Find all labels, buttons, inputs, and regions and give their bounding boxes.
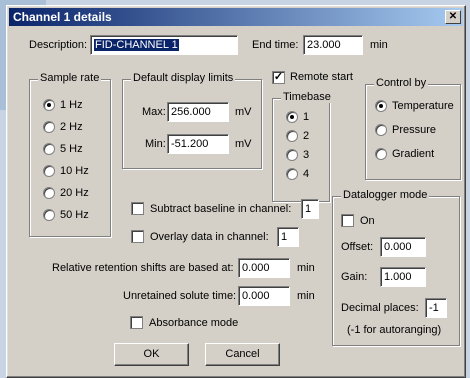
- control-pressure-label: Pressure: [392, 124, 437, 136]
- description-value: FID-CHANNEL 1: [94, 39, 179, 51]
- overlay-data-label: Overlay data in channel:: [150, 231, 269, 243]
- sample-rate-50hz-label: 50 Hz: [60, 209, 89, 221]
- min-unit: mV: [235, 138, 252, 150]
- min-input[interactable]: -51.200: [167, 134, 229, 154]
- timebase-3-radio[interactable]: [286, 149, 298, 161]
- unretained-time-unit: min: [297, 290, 315, 302]
- max-unit: mV: [235, 106, 252, 118]
- sample-rate-2hz-label: 2 Hz: [60, 121, 83, 133]
- sample-rate-20hz-radio[interactable]: [43, 187, 55, 199]
- sample-rate-2hz-radio[interactable]: [43, 121, 55, 133]
- timebase-2-label: 2: [303, 130, 310, 142]
- timebase-4-radio[interactable]: [286, 168, 298, 180]
- timebase-3-label: 3: [303, 149, 310, 161]
- sample-rate-50hz-radio[interactable]: [43, 209, 55, 221]
- datalogger-on-label: On: [360, 215, 375, 227]
- decimal-places-label: Decimal places:: [341, 302, 419, 314]
- sample-rate-5hz-radio[interactable]: [43, 143, 55, 155]
- sample-rate-1hz-label: 1 Hz: [60, 99, 83, 111]
- max-input[interactable]: 256.000: [167, 102, 229, 122]
- timebase-2-radio[interactable]: [286, 130, 298, 142]
- control-gradient-label: Gradient: [392, 148, 435, 160]
- channel-details-dialog: Channel 1 details ✕ Description: FID-CHA…: [6, 5, 466, 378]
- subtract-baseline-label: Subtract baseline in channel:: [150, 203, 292, 215]
- sample-rate-1hz-radio[interactable]: [43, 99, 55, 111]
- offset-input[interactable]: 0.000: [380, 237, 426, 257]
- control-pressure-radio[interactable]: [375, 124, 387, 136]
- max-label: Max:: [142, 106, 166, 118]
- end-time-input[interactable]: 23.000: [303, 35, 363, 55]
- cancel-button[interactable]: Cancel: [205, 343, 280, 366]
- remote-start-label: Remote start: [290, 71, 353, 83]
- sample-rate-5hz-label: 5 Hz: [60, 143, 83, 155]
- gain-label: Gain:: [341, 271, 368, 283]
- description-input[interactable]: FID-CHANNEL 1: [90, 35, 238, 55]
- decimal-places-input[interactable]: -1: [425, 298, 447, 318]
- close-icon[interactable]: ✕: [445, 10, 461, 24]
- retention-shift-label: Relative retention shifts are based at:: [52, 262, 234, 274]
- unretained-time-label: Unretained solute time:: [123, 290, 237, 302]
- subtract-baseline-channel-input[interactable]: 1: [301, 199, 319, 219]
- control-by-title: Control by: [374, 77, 429, 89]
- decimal-places-note: (-1 for autoranging): [347, 324, 442, 336]
- end-time-unit: min: [370, 39, 388, 51]
- absorbance-mode-label: Absorbance mode: [149, 317, 239, 329]
- end-time-label: End time:: [252, 39, 299, 51]
- sample-rate-title: Sample rate: [38, 72, 102, 84]
- datalogger-title: Datalogger mode: [341, 189, 430, 201]
- datalogger-on-checkbox[interactable]: [341, 214, 354, 227]
- description-label: Description:: [29, 39, 88, 51]
- title-bar: Channel 1 details ✕: [9, 8, 463, 26]
- sample-rate-10hz-label: 10 Hz: [60, 165, 89, 177]
- timebase-4-label: 4: [303, 168, 310, 180]
- offset-label: Offset:: [341, 241, 374, 253]
- control-temperature-label: Temperature: [392, 100, 454, 112]
- display-limits-group: Default display limits: [122, 72, 262, 169]
- sample-rate-10hz-radio[interactable]: [43, 165, 55, 177]
- timebase-group: Timebase: [272, 91, 333, 202]
- overlay-data-channel-input[interactable]: 1: [277, 227, 299, 247]
- overlay-data-checkbox[interactable]: [131, 230, 144, 243]
- display-limits-title: Default display limits: [131, 72, 236, 84]
- timebase-1-label: 1: [303, 111, 310, 123]
- remote-start-checkbox[interactable]: ✓: [272, 71, 285, 84]
- retention-shift-input[interactable]: 0.000: [238, 258, 290, 278]
- control-gradient-radio[interactable]: [375, 148, 387, 160]
- min-label: Min:: [145, 138, 166, 150]
- timebase-1-radio[interactable]: [286, 111, 298, 123]
- subtract-baseline-checkbox[interactable]: [131, 202, 144, 215]
- ok-button[interactable]: OK: [114, 343, 189, 366]
- gain-input[interactable]: 1.000: [380, 267, 426, 287]
- absorbance-mode-checkbox[interactable]: [130, 316, 143, 329]
- unretained-time-input[interactable]: 0.000: [238, 286, 290, 306]
- control-temperature-radio[interactable]: [375, 100, 387, 112]
- timebase-title: Timebase: [281, 91, 333, 103]
- window-title: Channel 1 details: [13, 10, 112, 24]
- sample-rate-20hz-label: 20 Hz: [60, 187, 89, 199]
- retention-shift-unit: min: [297, 262, 315, 274]
